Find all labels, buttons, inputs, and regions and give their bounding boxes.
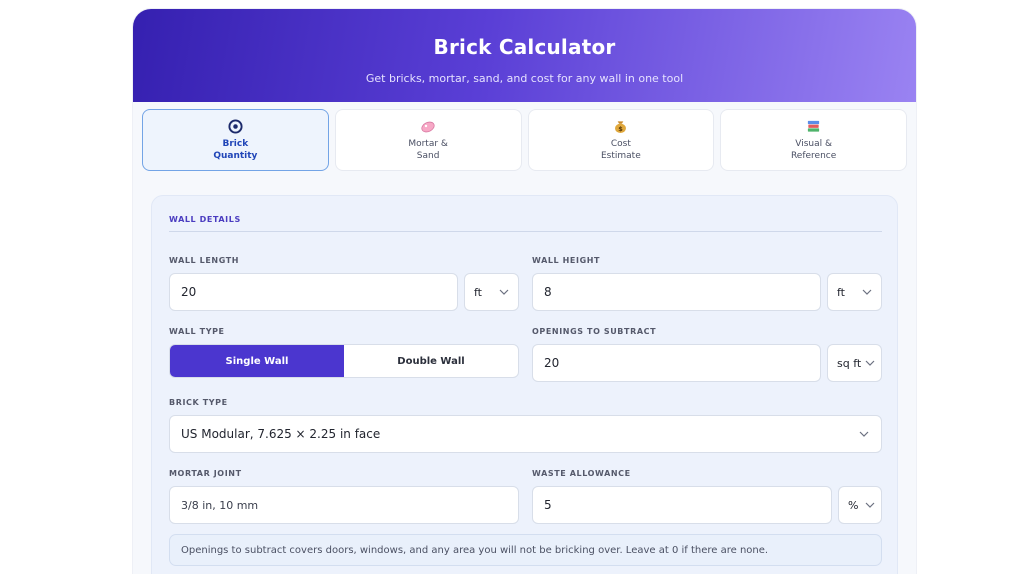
tab-label: Cost Estimate [600, 139, 641, 161]
svg-text:$: $ [619, 125, 624, 133]
tab-brick-quantity[interactable]: Brick Quantity [142, 109, 329, 171]
target-icon [227, 118, 243, 134]
single-wall-option[interactable]: Single Wall [170, 345, 344, 377]
waste-allowance-label: WASTE ALLOWANCE [532, 469, 631, 478]
brick-calculator-app: Brick Calculator Get bricks, mortar, san… [133, 9, 916, 574]
tab-label: Visual & Reference [790, 139, 837, 161]
openings-input[interactable]: 20 [532, 344, 821, 382]
wall-length-label: WALL LENGTH [169, 256, 240, 265]
info-note: Openings to subtract covers doors, windo… [169, 534, 882, 566]
wall-type-toggle: Single Wall Double Wall [169, 344, 519, 378]
double-wall-option[interactable]: Double Wall [344, 345, 518, 377]
page-title: Brick Calculator [433, 35, 616, 59]
tab-label: Brick Quantity [213, 139, 258, 161]
wall-length-unit-value: ft [474, 285, 482, 299]
brick-type-label: BRICK TYPE [169, 398, 228, 407]
brick-type-select[interactable]: US Modular, 7.625 × 2.25 in face [169, 415, 882, 453]
books-icon [806, 118, 822, 134]
section-title: WALL DETAILS [169, 215, 241, 224]
brick-type-value: US Modular, 7.625 × 2.25 in face [181, 427, 381, 441]
wall-height-label: WALL HEIGHT [532, 256, 601, 265]
money-bag-icon: $ [613, 118, 629, 134]
tab-bar: Brick Quantity Mortar & Sand $ Cost Esti… [133, 102, 916, 171]
wall-details-panel: WALL DETAILS WALL LENGTH 20 ft WALL HEIG… [151, 195, 898, 574]
chevron-down-icon [862, 289, 872, 295]
openings-unit-select[interactable]: sq ft [827, 344, 882, 382]
wall-height-input[interactable]: 8 [532, 273, 821, 311]
page-subtitle: Get bricks, mortar, sand, and cost for a… [365, 72, 684, 85]
chevron-down-icon [865, 502, 875, 508]
tab-label: Mortar & Sand [408, 139, 448, 161]
waste-allowance-input[interactable]: 5 [532, 486, 832, 524]
chevron-down-icon [865, 360, 875, 366]
mortar-joint-input[interactable]: 3/8 in, 10 mm [169, 486, 519, 524]
openings-label: OPENINGS TO SUBTRACT [532, 327, 657, 336]
wall-height-unit-value: ft [837, 285, 845, 299]
tab-visual-reference[interactable]: Visual & Reference [720, 109, 907, 171]
soap-icon [420, 118, 436, 134]
openings-unit-value: sq ft [837, 356, 862, 370]
chevron-down-icon [499, 289, 509, 295]
waste-unit-select[interactable]: % [838, 486, 882, 524]
wall-type-label: WALL TYPE [169, 327, 225, 336]
header: Brick Calculator Get bricks, mortar, san… [133, 9, 916, 102]
divider [169, 231, 882, 232]
wall-length-input[interactable]: 20 [169, 273, 458, 311]
mortar-joint-label: MORTAR JOINT [169, 469, 242, 478]
wall-length-unit-select[interactable]: ft [464, 273, 519, 311]
wall-height-unit-select[interactable]: ft [827, 273, 882, 311]
tab-mortar-sand[interactable]: Mortar & Sand [334, 109, 522, 171]
waste-unit-value: % [848, 498, 859, 512]
tab-cost-estimate[interactable]: $ Cost Estimate [527, 109, 715, 171]
chevron-down-icon [859, 431, 869, 437]
